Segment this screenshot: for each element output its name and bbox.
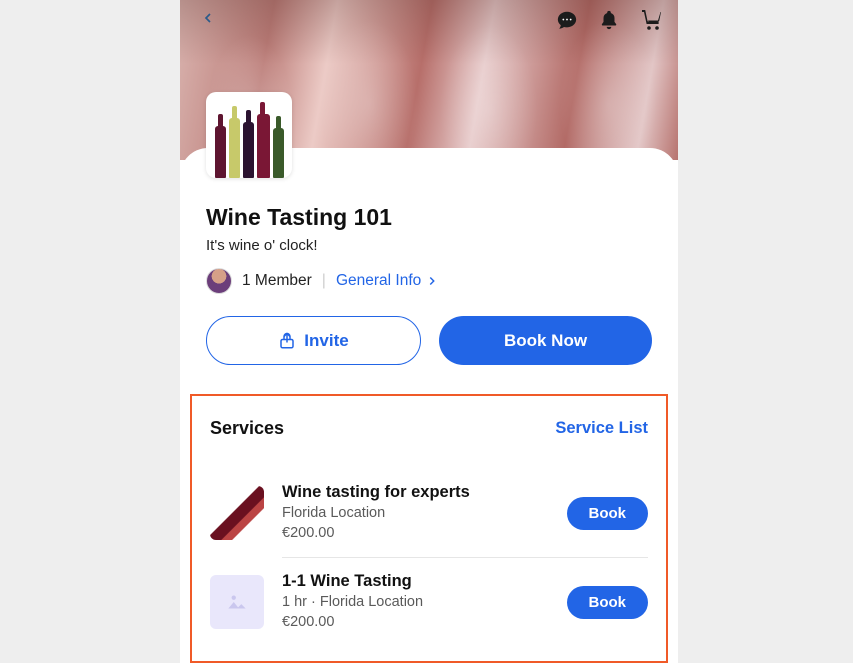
service-price: €200.00 bbox=[282, 524, 549, 544]
service-meta: 1 hr · Florida Location bbox=[282, 593, 549, 613]
book-button[interactable]: Book bbox=[567, 497, 649, 530]
service-location: Florida Location bbox=[282, 504, 549, 524]
invite-label: Invite bbox=[304, 331, 348, 351]
group-logo bbox=[206, 92, 292, 178]
action-buttons: Invite Book Now bbox=[206, 316, 652, 365]
invite-button[interactable]: Invite bbox=[206, 316, 421, 365]
book-button[interactable]: Book bbox=[567, 586, 649, 619]
general-info-link[interactable]: General Info bbox=[336, 272, 439, 290]
services-header: Services Service List bbox=[210, 418, 648, 439]
services-title: Services bbox=[210, 418, 284, 439]
group-title: Wine Tasting 101 bbox=[206, 204, 652, 231]
service-info: Wine tasting for experts Florida Locatio… bbox=[282, 483, 549, 543]
image-icon bbox=[224, 589, 250, 615]
chat-icon[interactable] bbox=[556, 9, 578, 31]
service-info: 1-1 Wine Tasting 1 hr · Florida Location… bbox=[282, 572, 549, 632]
share-icon bbox=[278, 332, 296, 350]
services-section: Services Service List Wine tasting for e… bbox=[190, 394, 668, 663]
service-item: 1-1 Wine Tasting 1 hr · Florida Location… bbox=[210, 558, 648, 646]
service-name: 1-1 Wine Tasting bbox=[282, 572, 549, 591]
service-thumbnail-placeholder bbox=[210, 575, 264, 629]
back-icon[interactable] bbox=[200, 10, 216, 31]
group-tagline: It's wine o' clock! bbox=[206, 237, 652, 254]
service-name: Wine tasting for experts bbox=[282, 483, 549, 502]
chevron-right-icon bbox=[425, 274, 439, 288]
group-card: Wine Tasting 101 It's wine o' clock! 1 M… bbox=[180, 148, 678, 393]
service-thumbnail bbox=[210, 486, 264, 540]
members-count: 1 Member bbox=[242, 272, 312, 290]
meta-divider: | bbox=[322, 272, 326, 290]
avatar[interactable] bbox=[206, 268, 232, 294]
header-actions bbox=[556, 8, 664, 32]
book-now-label: Book Now bbox=[504, 331, 587, 351]
bell-icon[interactable] bbox=[598, 9, 620, 31]
general-info-label: General Info bbox=[336, 272, 421, 290]
cart-icon[interactable] bbox=[640, 8, 664, 32]
service-list-link[interactable]: Service List bbox=[555, 419, 648, 438]
group-meta: 1 Member | General Info bbox=[206, 268, 652, 294]
service-item: Wine tasting for experts Florida Locatio… bbox=[210, 469, 648, 557]
service-price: €200.00 bbox=[282, 613, 549, 633]
book-now-button[interactable]: Book Now bbox=[439, 316, 652, 365]
